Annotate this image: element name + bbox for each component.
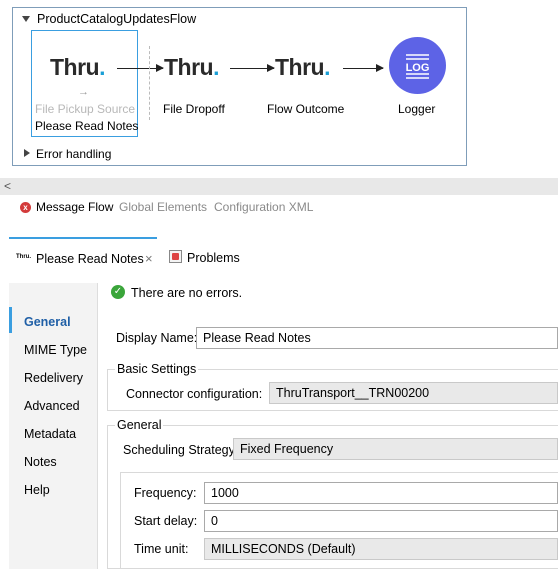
general-settings: ✓ There are no errors. Display Name: Ple…	[107, 275, 558, 569]
nav-item-help[interactable]: Help	[24, 483, 50, 497]
collapse-flow-icon[interactable]	[22, 16, 30, 22]
node-label-flow-outcome: Flow Outcome	[267, 102, 345, 116]
flow-arrow	[343, 64, 384, 72]
flow-canvas: ProductCatalogUpdatesFlow Thru. → File P…	[0, 0, 558, 178]
node-label-file-pickup-source: File Pickup Source	[35, 102, 136, 116]
flow-arrow	[117, 64, 164, 72]
tab-global-elements[interactable]: Global Elements	[119, 200, 207, 214]
thru-logo-source[interactable]: Thru.	[50, 54, 105, 81]
scheduling-strategy-label: Scheduling Strategy	[123, 443, 235, 457]
scheduling-strategy-select[interactable]: Fixed Frequency	[233, 438, 558, 460]
nav-item-general[interactable]: General	[24, 315, 71, 329]
time-unit-select[interactable]: MILLISECONDS (Default)	[204, 538, 558, 560]
display-name-label: Display Name:	[116, 331, 198, 345]
node-label-please-read-notes: Please Read Notes	[35, 119, 139, 133]
problems-icon	[169, 250, 182, 263]
horizontal-scrollbar[interactable]: <	[0, 178, 558, 195]
connector-configuration-field[interactable]: ThruTransport__TRN00200	[269, 382, 558, 404]
start-delay-label: Start delay:	[134, 514, 198, 528]
tab-configuration-xml[interactable]: Configuration XML	[214, 200, 313, 214]
basic-settings-title: Basic Settings	[115, 362, 199, 376]
logger-icon[interactable]: LOG	[389, 37, 446, 94]
properties-panel: General MIME Type Redelivery Advanced Me…	[0, 275, 558, 569]
properties-nav: General MIME Type Redelivery Advanced Me…	[9, 283, 97, 569]
tab-please-read-notes[interactable]: Thru. Please Read Notes ×	[9, 237, 157, 275]
pickup-arrow-icon: →	[78, 86, 89, 98]
nav-divider	[97, 283, 98, 569]
general-group-title: General	[115, 418, 164, 432]
nav-active-indicator	[9, 307, 12, 333]
nav-item-advanced[interactable]: Advanced	[24, 399, 80, 413]
tab-label: Please Read Notes	[36, 252, 144, 266]
flow-arrow	[230, 64, 275, 72]
frequency-field[interactable]: 1000	[204, 482, 558, 504]
thru-logo-outcome[interactable]: Thru.	[275, 54, 330, 81]
status-message: There are no errors.	[131, 286, 243, 300]
nav-item-mime-type[interactable]: MIME Type	[24, 343, 87, 357]
tab-problems-label: Problems	[187, 251, 240, 265]
thru-logo-dropoff[interactable]: Thru.	[164, 54, 219, 81]
svg-text:LOG: LOG	[406, 62, 430, 74]
source-divider	[149, 46, 150, 120]
connector-label: Connector configuration:	[126, 387, 263, 401]
time-unit-label: Time unit:	[134, 542, 189, 556]
nav-item-redelivery[interactable]: Redelivery	[24, 371, 83, 385]
flow-container[interactable]: ProductCatalogUpdatesFlow Thru. → File P…	[12, 7, 467, 166]
nav-item-notes[interactable]: Notes	[24, 455, 57, 469]
node-label-file-dropoff: File Dropoff	[163, 102, 225, 116]
nav-item-metadata[interactable]: Metadata	[24, 427, 76, 441]
error-icon: x	[20, 202, 31, 213]
thru-mini-icon: Thru.	[16, 254, 31, 260]
node-label-logger: Logger	[398, 102, 436, 116]
display-name-field[interactable]: Please Read Notes	[196, 327, 558, 349]
flow-name: ProductCatalogUpdatesFlow	[37, 12, 197, 26]
start-delay-field[interactable]: 0	[204, 510, 558, 532]
tab-message-flow[interactable]: Message Flow	[36, 200, 113, 214]
error-handling-label[interactable]: Error handling	[36, 147, 111, 161]
check-icon: ✓	[111, 285, 125, 299]
scroll-left-icon[interactable]: <	[4, 178, 11, 194]
properties-tab-bar: Thru. Please Read Notes × Problems	[0, 237, 558, 275]
frequency-label: Frequency:	[134, 486, 197, 500]
expand-error-handling-icon[interactable]	[24, 149, 30, 157]
editor-tab-bar: x Message Flow Global Elements Configura…	[0, 195, 558, 221]
close-icon[interactable]: ×	[145, 251, 153, 266]
